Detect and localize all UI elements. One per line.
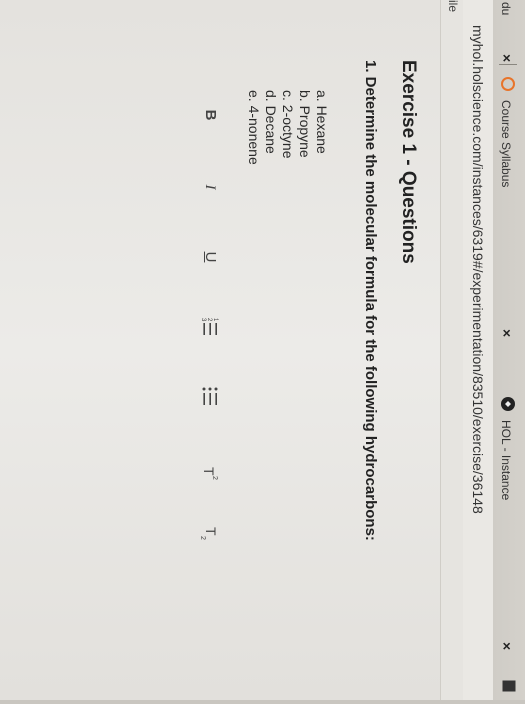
list-item: c. 2-octyne: [280, 90, 296, 159]
tab-partial-left[interactable]: du: [495, 0, 519, 20]
tab-partial-right[interactable]: [495, 680, 519, 704]
page-title: Exercise 1 - Questions: [398, 60, 419, 264]
bookmark-fragment[interactable]: ile: [446, 0, 460, 12]
list-item: a. Hexane: [314, 90, 330, 154]
tab-title: Course Syllabus: [499, 100, 513, 188]
close-icon: ×: [499, 54, 515, 63]
italic-button[interactable]: I: [195, 172, 225, 202]
unordered-list-button[interactable]: [195, 382, 225, 412]
superscript-icon: T 2: [195, 458, 225, 488]
ordered-list-button[interactable]: 1 2 3: [195, 312, 225, 342]
page-icon: [502, 680, 516, 692]
superscript-button[interactable]: T 2: [195, 458, 225, 488]
bold-icon: B: [202, 109, 219, 121]
editor-toolbar: B I U 1 2 3 T 2 T 2: [169, 100, 225, 620]
tab-course-syllabus[interactable]: Course Syllabus ×: [495, 76, 519, 356]
tab-title: HOL - Instance: [499, 420, 513, 501]
svg-text:2: 2: [211, 476, 218, 480]
answer-options-list: a. Hexane b. Propyne c. 2-octyne d. Deca…: [245, 90, 330, 165]
browser-window: du × Course Syllabus × HOL - Instance ×: [0, 0, 525, 700]
hol-logo-icon: [500, 396, 516, 412]
italic-icon: I: [202, 184, 218, 190]
subscript-icon: T 2: [195, 518, 225, 548]
list-item: b. Propyne: [297, 90, 313, 158]
list-item: e. 4-nonene: [246, 90, 262, 165]
address-bar[interactable]: myhol.holscience.com/instances/6319#/exp…: [462, 0, 493, 700]
loading-circle-icon: [500, 76, 516, 92]
tab-close-button[interactable]: ×: [495, 50, 519, 70]
tab-hol-instance[interactable]: HOL - Instance ×: [495, 396, 519, 676]
unordered-list-icon: [195, 382, 225, 412]
close-icon[interactable]: ×: [499, 642, 515, 650]
svg-text:2: 2: [206, 318, 212, 322]
question-text: 1. Determine the molecular formula for t…: [362, 60, 379, 541]
svg-text:T: T: [203, 527, 219, 536]
close-icon[interactable]: ×: [499, 329, 515, 337]
svg-text:3: 3: [200, 318, 206, 322]
underline-icon: U: [202, 251, 219, 263]
list-item: d. Decane: [263, 90, 279, 154]
svg-text:1: 1: [212, 318, 218, 322]
bookmarks-bar: ile: [440, 0, 463, 700]
bold-button[interactable]: B: [195, 100, 225, 130]
svg-text:2: 2: [199, 536, 206, 540]
underline-button[interactable]: U: [195, 242, 225, 272]
url-text[interactable]: myhol.holscience.com/instances/6319#/exp…: [470, 25, 486, 514]
tab-bar: du × Course Syllabus × HOL - Instance ×: [493, 0, 525, 700]
svg-text:T: T: [201, 467, 217, 476]
tab-fragment-label: du: [499, 2, 513, 16]
subscript-button[interactable]: T 2: [195, 518, 225, 548]
ordered-list-icon: 1 2 3: [195, 312, 225, 342]
tab-divider: [499, 64, 517, 65]
